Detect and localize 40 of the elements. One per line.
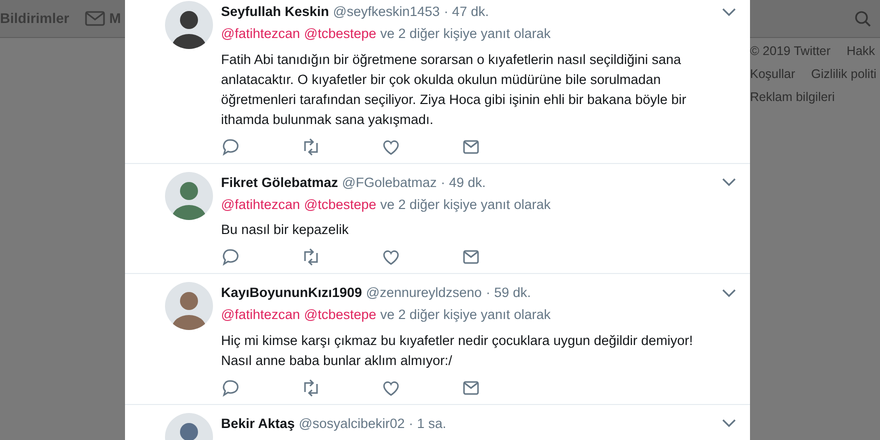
- user-handle[interactable]: @sosyalcibekir02: [298, 414, 405, 434]
- chevron-icon[interactable]: [722, 178, 736, 188]
- chevron-icon[interactable]: [722, 8, 736, 17]
- avatar[interactable]: [165, 172, 213, 220]
- mention-link[interactable]: @tcbestepe: [304, 194, 376, 215]
- user-handle[interactable]: @zennureyldzseno: [366, 283, 482, 304]
- timestamp[interactable]: · 59 dk.: [486, 283, 531, 304]
- reply-context: ve 2 diğer kişiye yanıt olarak: [380, 306, 551, 324]
- reply-icon[interactable]: [221, 247, 241, 268]
- user-handle[interactable]: @FGolebatmaz: [342, 172, 437, 193]
- mention-link[interactable]: @tcbestepe: [304, 24, 376, 44]
- footer-link[interactable]: Gizlilik politi: [811, 64, 876, 84]
- tweet-text: Hiç mi kimse karşı çıkmaz bu kıyafetler nedir çocuklara uygun değildir demiyor! Nasıl anne baba bunlar aklım almıyor:/: [221, 332, 694, 370]
- mention-link[interactable]: @fatihtezcan: [221, 194, 300, 215]
- tweet-text: Bu nasıl bir kepazelik: [221, 221, 350, 239]
- reply-icon[interactable]: [221, 136, 241, 157]
- timestamp[interactable]: · 47 dk.: [444, 2, 489, 22]
- reply-context: ve 2 diğer kişiye yanıt olarak: [380, 25, 551, 44]
- search-icon[interactable]: [854, 10, 872, 28]
- chevron-icon[interactable]: [722, 288, 736, 298]
- footer-link[interactable]: Hakk: [846, 42, 876, 61]
- footer-link[interactable]: © 2019 Twitter: [750, 42, 831, 61]
- mention-link[interactable]: @tcbestepe: [304, 305, 376, 326]
- timestamp[interactable]: · 1 sa.: [408, 414, 446, 434]
- mention-link[interactable]: @fatihtezcan: [221, 305, 300, 326]
- user-handle[interactable]: @seyfkeskin1453: [333, 2, 440, 22]
- user-name[interactable]: Seyfullah Keskin: [221, 2, 330, 22]
- timestamp[interactable]: · 49 dk.: [440, 172, 486, 193]
- chevron-icon[interactable]: [722, 419, 736, 428]
- user-name[interactable]: KayıBoyununKızı1909: [221, 283, 362, 304]
- tweet-text: Fatih Abi tanıdığın bir öğretmene sorarsan o kıyafetlerin nasıl seçildiğini sana anlatacaktır. O kıyafetler bir çok okulda okulun müdürüne bile sorulmadan öğretmenleri tarafından seçiliyor. Ziya Hoca gibi işinin ehli bir bakana böyle bir ithamda bulunmak sana yakışmadı.: [221, 50, 688, 129]
- user-name[interactable]: Fikret Gölebatmaz: [221, 172, 338, 193]
- footer-link[interactable]: Koşullar: [750, 64, 796, 84]
- footer-link[interactable]: Reklam bilgileri: [750, 88, 835, 106]
- user-name[interactable]: Bekir Aktaş: [221, 414, 295, 434]
- reply-context: ve 2 diğer kişiye yanıt olarak: [380, 196, 551, 214]
- mail-icon[interactable]: [85, 11, 106, 26]
- avatar[interactable]: [165, 1, 213, 49]
- mention-link[interactable]: @fatihtezcan: [221, 24, 300, 44]
- reply-icon[interactable]: [221, 378, 241, 398]
